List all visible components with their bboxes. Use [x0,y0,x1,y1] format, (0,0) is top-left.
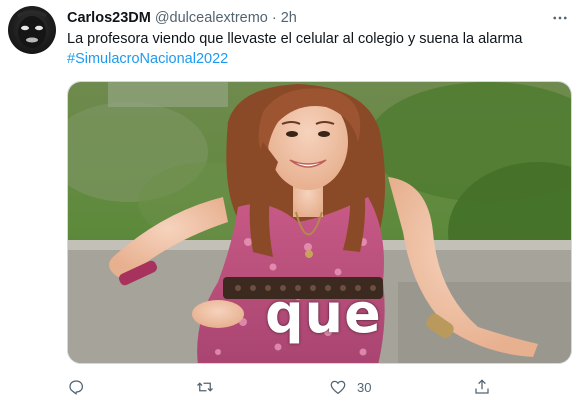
avatar[interactable] [8,6,56,54]
tweet-header: Carlos23DM @dulcealextremo · 2h [67,9,546,27]
more-icon[interactable] [548,6,572,30]
tweet-body: La profesora viendo que llevaste el celu… [67,31,523,47]
meme-caption: que [265,282,382,345]
reply-button[interactable] [67,372,95,402]
display-name[interactable]: Carlos23DM [67,10,151,26]
like-icon [330,380,346,395]
share-icon [475,379,489,394]
tweet-actions: 30 [67,372,497,402]
hashtag-link[interactable]: #SimulacroNacional2022 [67,49,572,69]
like-button[interactable]: 30 [329,372,371,402]
timestamp[interactable]: 2h [281,10,297,26]
share-button[interactable] [473,372,491,402]
tweet-media[interactable]: que [67,81,572,364]
separator-dot: · [271,10,277,26]
user-handle[interactable]: @dulcealextremo [155,10,268,26]
retweet-icon [197,382,213,392]
reply-icon [69,380,84,395]
like-count: 30 [357,379,372,395]
tweet-text: La profesora viendo que llevaste el celu… [67,29,572,69]
retweet-button[interactable] [195,372,225,402]
